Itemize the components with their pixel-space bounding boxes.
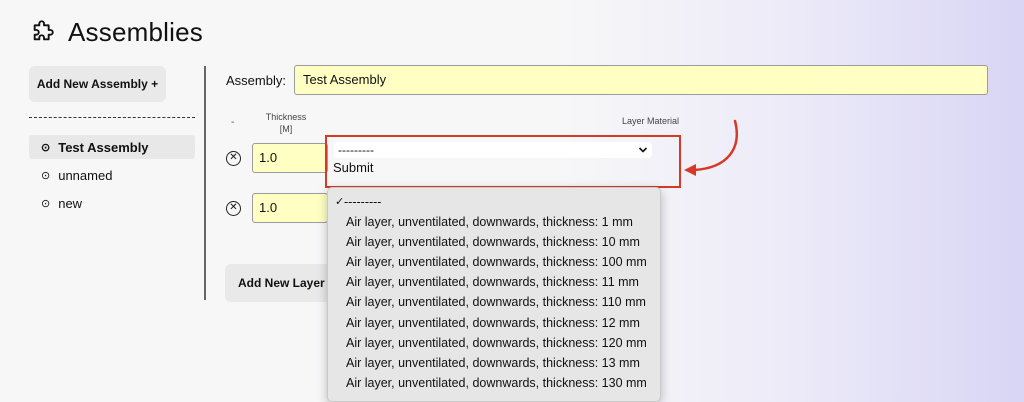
- checkmark-icon: ✓: [335, 196, 345, 208]
- radio-icon: ⊙: [41, 169, 51, 182]
- page-header: Assemblies: [30, 16, 203, 49]
- material-dropdown-list: ✓ --------- Air layer, unventilated, dow…: [327, 187, 661, 402]
- remove-column-header: -: [231, 117, 235, 128]
- assembly-name-input[interactable]: Test Assembly: [294, 65, 988, 95]
- dropdown-option-label: Air layer, unventilated, downwards, thic…: [346, 315, 640, 330]
- sidebar-divider: [29, 117, 195, 118]
- dropdown-option-label: Air layer, unventilated, downwards, thic…: [346, 375, 647, 390]
- dropdown-option[interactable]: Air layer, unventilated, downwards, thic…: [328, 353, 660, 373]
- radio-icon: ⊙: [41, 141, 51, 154]
- assembly-label: Assembly:: [226, 73, 286, 88]
- thickness-header-unit: [M]: [279, 124, 293, 134]
- thickness-input[interactable]: 1.0: [252, 143, 328, 173]
- dropdown-option[interactable]: Air layer, unventilated, downwards, thic…: [328, 272, 660, 292]
- dropdown-option-label: Air layer, unventilated, downwards, thic…: [346, 295, 646, 310]
- radio-icon: ⊙: [41, 197, 51, 210]
- sidebar-item-unnamed[interactable]: ⊙ unnamed: [29, 163, 195, 187]
- page-title: Assemblies: [68, 17, 203, 47]
- dropdown-option-label: Air layer, unventilated, downwards, thic…: [346, 275, 639, 290]
- sidebar-item-label: new: [58, 195, 83, 211]
- vertical-divider: [204, 66, 206, 300]
- thickness-input[interactable]: 1.0: [252, 193, 328, 223]
- puzzle-icon: [30, 16, 58, 49]
- dropdown-option[interactable]: Air layer, unventilated, downwards, thic…: [328, 292, 660, 312]
- dropdown-option-label: Air layer, unventilated, downwards, thic…: [346, 255, 647, 270]
- sidebar-item-new[interactable]: ⊙ new: [29, 191, 195, 215]
- material-column-header: Layer Material: [622, 116, 680, 126]
- dropdown-option[interactable]: Air layer, unventilated, downwards, thic…: [328, 313, 660, 333]
- thickness-header-label: Thickness: [265, 112, 307, 122]
- remove-layer-icon[interactable]: ✕: [226, 201, 241, 216]
- annotation-highlight-box: [325, 135, 681, 188]
- dropdown-option[interactable]: Air layer, unventilated, downwards, thic…: [328, 333, 660, 353]
- dropdown-option-label: Air layer, unventilated, downwards, thic…: [346, 355, 640, 370]
- add-layer-button[interactable]: Add New Layer +: [225, 264, 337, 302]
- dropdown-option[interactable]: Air layer, unventilated, downwards, thic…: [328, 252, 660, 272]
- remove-layer-icon[interactable]: ✕: [226, 151, 241, 166]
- sidebar-item-test-assembly[interactable]: ⊙ Test Assembly: [29, 135, 195, 159]
- sidebar-item-label: unnamed: [58, 167, 113, 183]
- add-assembly-button[interactable]: Add New Assembly +: [29, 66, 166, 102]
- dropdown-option-label: ---------: [344, 195, 382, 209]
- dropdown-option[interactable]: Air layer, unventilated, downwards, thic…: [328, 212, 660, 232]
- dropdown-option-label: Air layer, unventilated, downwards, thic…: [346, 235, 640, 250]
- annotation-arrow: [684, 119, 738, 176]
- thickness-column-header: Thickness [M]: [258, 111, 314, 135]
- dropdown-option-label: Air layer, unventilated, downwards, thic…: [346, 215, 633, 230]
- dropdown-option[interactable]: ✓ ---------: [328, 192, 660, 212]
- dropdown-option[interactable]: Air layer, unventilated, downwards, thic…: [328, 232, 660, 252]
- dropdown-option[interactable]: Air layer, unventilated, downwards, thic…: [328, 373, 660, 393]
- sidebar-item-label: Test Assembly: [58, 139, 149, 155]
- dropdown-option-label: Air layer, unventilated, downwards, thic…: [346, 335, 647, 350]
